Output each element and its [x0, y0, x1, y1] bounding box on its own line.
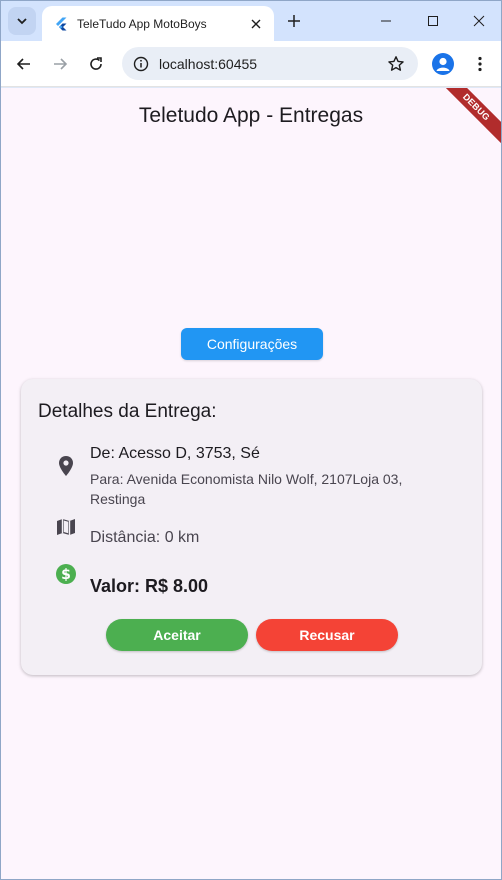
svg-text:$: $: [61, 567, 71, 583]
info-icon[interactable]: [132, 55, 150, 73]
reload-icon: [90, 57, 102, 70]
chevron-down-icon: [17, 18, 27, 25]
person-icon[interactable]: [432, 53, 454, 75]
close-icon: [473, 15, 485, 27]
tab-title: TeleTudo App MotoBoys: [77, 16, 207, 31]
location-pin-icon: [54, 454, 78, 478]
accept-button[interactable]: Aceitar: [106, 619, 248, 651]
map-icon: [54, 515, 78, 539]
value-text: Valor: R$ 8.00: [90, 576, 209, 596]
app-page: Teletudo App - Entregas DEBUG Configuraç…: [1, 88, 501, 879]
settings-button[interactable]: Configurações: [181, 328, 323, 360]
reload-button[interactable]: [82, 50, 110, 78]
new-tab-button[interactable]: [282, 9, 306, 33]
flutter-icon: [56, 17, 67, 30]
menu-button[interactable]: [466, 50, 494, 78]
decline-button[interactable]: Recusar: [256, 619, 398, 651]
delivery-card: Detalhes da Entrega: De: Acesso D, 3753,…: [21, 379, 482, 675]
forward-button[interactable]: [46, 50, 74, 78]
plus-icon: [288, 15, 300, 27]
minimize-button[interactable]: [363, 5, 409, 37]
arrow-left-icon: [16, 58, 30, 70]
card-title: Detalhes da Entrega:: [38, 401, 217, 422]
browser-toolbar: localhost:60455: [1, 41, 501, 87]
origin-address: De: Acesso D, 3753, Sé: [90, 445, 260, 462]
tab-search-button[interactable]: [8, 7, 36, 35]
distance-text: Distância: 0 km: [90, 529, 200, 546]
maximize-button[interactable]: [410, 5, 456, 37]
dollar-icon: $: [54, 562, 78, 586]
minimize-icon: [381, 20, 391, 22]
back-button[interactable]: [10, 50, 38, 78]
browser-tab[interactable]: TeleTudo App MotoBoys: [42, 6, 274, 41]
more-vert-icon: [478, 56, 482, 72]
tab-strip: TeleTudo App MotoBoys: [1, 1, 501, 41]
page-title: Teletudo App - Entregas: [138, 104, 364, 127]
destination-address: Para: Avenida Economista Nilo Wolf, 2107…: [90, 471, 403, 507]
window-close-button[interactable]: [456, 5, 501, 37]
address-bar[interactable]: localhost:60455: [122, 47, 418, 80]
close-icon[interactable]: [246, 14, 266, 34]
arrow-right-icon: [54, 58, 68, 70]
maximize-icon: [428, 16, 438, 26]
star-icon[interactable]: [382, 50, 410, 78]
browser-window: TeleTudo App MotoBoys localhost:60455 Te…: [0, 0, 502, 880]
url-text: localhost:60455: [159, 55, 258, 72]
